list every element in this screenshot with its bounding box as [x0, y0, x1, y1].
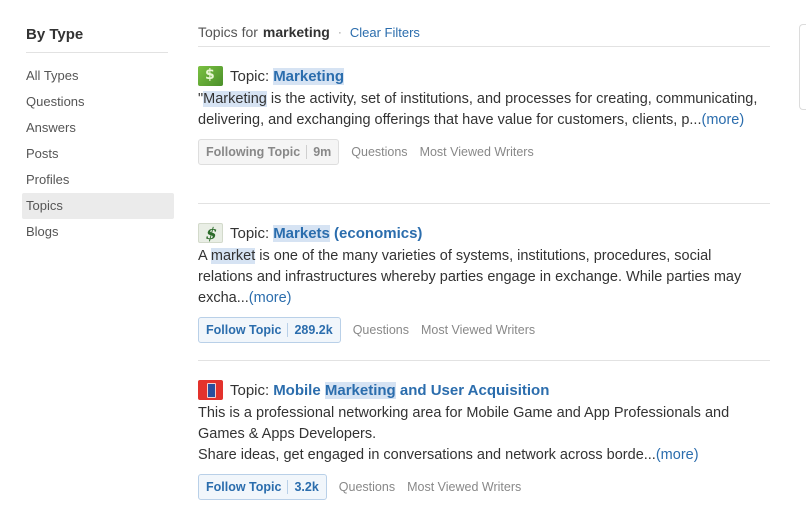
- title-rest: (economics): [329, 224, 423, 242]
- topic-prefix: Topic:: [230, 67, 270, 85]
- questions-link[interactable]: Questions: [351, 145, 407, 159]
- desc-highlight: Marketing: [203, 91, 267, 107]
- follow-topic-button[interactable]: Follow Topic 289.2k: [198, 317, 341, 343]
- following-topic-button[interactable]: Following Topic 9m: [198, 139, 340, 165]
- follow-divider: [287, 323, 289, 337]
- markets-topic-thumbnail-icon[interactable]: [198, 223, 223, 243]
- follower-count: 289.2k: [294, 323, 333, 337]
- title-highlight: Markets: [273, 224, 330, 242]
- desc-highlight: market: [210, 248, 256, 264]
- more-link[interactable]: (more): [656, 447, 699, 463]
- more-link[interactable]: (more): [249, 290, 292, 306]
- marketing-topic-thumbnail-icon[interactable]: [198, 66, 223, 86]
- desc-rest: is the activity, set of institutions, an…: [198, 91, 758, 128]
- search-results: Topics for marketing · Clear Filters Top…: [198, 18, 770, 505]
- most-viewed-writers-link[interactable]: Most Viewed Writers: [407, 480, 521, 494]
- topic-result: Topic: Markets (economics) A market is o…: [198, 204, 770, 361]
- follow-divider: [287, 480, 289, 494]
- topic-title-link[interactable]: Marketing: [273, 67, 345, 85]
- desc-line-1: This is a professional networking area f…: [198, 405, 730, 442]
- filter-separator: ·: [337, 25, 342, 39]
- sidebar-item-blogs[interactable]: Blogs: [22, 219, 174, 245]
- sidebar-item-profiles[interactable]: Profiles: [22, 167, 174, 193]
- sidebar-item-answers[interactable]: Answers: [22, 115, 174, 141]
- sidebar-item-posts[interactable]: Posts: [22, 141, 174, 167]
- clear-filters-link[interactable]: Clear Filters: [350, 25, 420, 40]
- follow-divider: [306, 145, 308, 159]
- topic-title-row: Topic: Markets (economics): [198, 222, 770, 244]
- follower-count: 3.2k: [294, 480, 319, 494]
- topic-title-row: Topic: Marketing: [198, 65, 770, 87]
- sidebar-item-topics[interactable]: Topics: [22, 193, 174, 219]
- title-rest: and User Acquisition: [395, 381, 550, 399]
- topic-description: This is a professional networking area f…: [198, 403, 770, 466]
- questions-link[interactable]: Questions: [339, 480, 395, 494]
- topic-title-link[interactable]: Markets (economics): [273, 224, 423, 242]
- topic-description: A market is one of the many varieties of…: [198, 246, 770, 309]
- filter-query: marketing: [262, 24, 330, 40]
- follow-label: Following Topic: [206, 145, 301, 159]
- filter-prefix: Topics for: [198, 24, 258, 40]
- follow-label: Follow Topic: [206, 480, 282, 494]
- topic-prefix: Topic:: [230, 381, 270, 399]
- topic-prefix: Topic:: [230, 224, 270, 242]
- questions-link[interactable]: Questions: [353, 323, 409, 337]
- mobile-marketing-topic-thumbnail-icon[interactable]: [198, 380, 223, 400]
- topic-title-link[interactable]: Mobile Marketing and User Acquisition: [273, 381, 550, 399]
- topic-actions: Follow Topic 3.2k Questions Most Viewed …: [198, 474, 770, 500]
- sidebar-heading: By Type: [26, 26, 84, 43]
- topic-actions: Follow Topic 289.2k Questions Most Viewe…: [198, 317, 770, 343]
- sidebar-item-all-types[interactable]: All Types: [22, 63, 174, 89]
- follower-count: 9m: [313, 145, 332, 159]
- title-pre: Mobile: [273, 381, 325, 399]
- topic-result: Topic: Marketing "Marketing is the activ…: [198, 47, 770, 204]
- filter-bar: Topics for marketing · Clear Filters: [198, 18, 770, 46]
- sidebar-list: All Types Questions Answers Posts Profil…: [22, 63, 174, 245]
- topic-title-row: Topic: Mobile Marketing and User Acquisi…: [198, 379, 770, 401]
- title-highlight: Marketing: [324, 381, 396, 399]
- sidebar-item-questions[interactable]: Questions: [22, 89, 174, 115]
- desc-line-2: Share ideas, get engaged in conversation…: [198, 445, 770, 466]
- topic-description: "Marketing is the activity, set of insti…: [198, 89, 770, 131]
- type-filter-sidebar: By Type All Types Questions Answers Post…: [22, 24, 174, 245]
- follow-label: Follow Topic: [206, 323, 282, 337]
- more-link[interactable]: (more): [702, 112, 745, 128]
- title-highlight: Marketing: [273, 67, 345, 85]
- sidebar-divider: [26, 52, 168, 53]
- topic-result: Topic: Mobile Marketing and User Acquisi…: [198, 361, 770, 505]
- desc-line-2-text: Share ideas, get engaged in conversation…: [198, 447, 656, 463]
- topic-actions: Following Topic 9m Questions Most Viewed…: [198, 139, 770, 165]
- desc-lead: A: [198, 248, 211, 264]
- most-viewed-writers-link[interactable]: Most Viewed Writers: [420, 145, 534, 159]
- most-viewed-writers-link[interactable]: Most Viewed Writers: [421, 323, 535, 337]
- right-panel-edge: [799, 24, 806, 110]
- follow-topic-button[interactable]: Follow Topic 3.2k: [198, 474, 327, 500]
